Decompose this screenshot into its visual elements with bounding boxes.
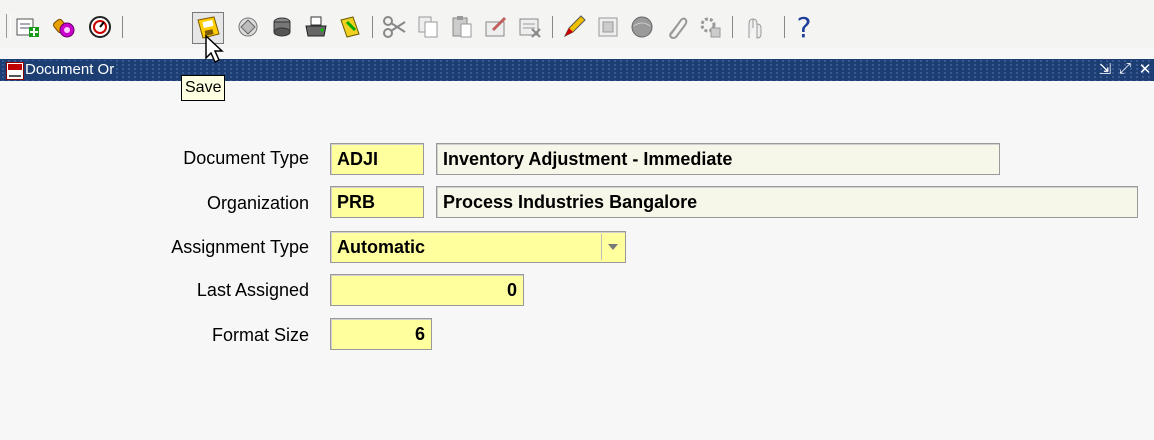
oracle-logo-icon [6,62,24,80]
chevron-down-icon[interactable] [601,234,624,260]
copy-icon[interactable] [414,13,442,41]
toolbar-separator [552,16,553,38]
organization-code-field[interactable]: PRB [330,186,424,218]
translations-icon[interactable] [628,13,656,41]
help-icon[interactable]: ? [790,10,818,44]
last-assigned-field[interactable]: 0 [330,274,524,306]
new-record-icon[interactable] [482,13,510,41]
assignment-type-label: Assignment Type [171,237,309,257]
window-title-bar: Document Or ⇲ ⤢ ✕ [0,59,1154,81]
close-icon[interactable]: ✕ [1136,60,1154,78]
organization-label: Organization [206,193,309,213]
assignment-type-select[interactable]: Automatic [330,231,626,263]
organization-description-field[interactable]: Process Industries Bangalore [436,186,1138,218]
document-type-code-field[interactable]: ADJI [330,143,424,175]
delete-record-icon[interactable] [516,13,544,41]
document-type-label: Document Type [183,148,309,168]
window-help-icon[interactable] [740,13,768,41]
print-icon[interactable] [302,13,330,41]
cut-icon[interactable] [380,13,408,41]
minimize-icon[interactable]: ⇲ [1096,60,1114,78]
maximize-icon[interactable]: ⤢ [1116,60,1134,77]
zoom-icon[interactable] [594,13,622,41]
window-title: Document Or [25,61,115,78]
save-tooltip: Save [181,75,226,101]
attachments-icon[interactable] [662,13,690,41]
close-form-icon[interactable] [336,13,364,41]
toolbar-separator [122,16,123,38]
folder-tools-icon[interactable] [696,13,724,41]
toolbar: ? [0,0,1154,48]
new-icon[interactable] [14,13,42,41]
edit-field-icon[interactable] [560,13,588,41]
next-step-icon[interactable] [234,13,262,41]
toolbar-separator [732,16,733,38]
format-size-label: Format Size [211,325,309,345]
help-label: ? [796,10,812,44]
format-size-field[interactable]: 6 [330,318,432,350]
toolbar-separator [784,16,785,38]
paste-icon[interactable] [448,13,476,41]
navigator-icon[interactable] [86,13,114,41]
assignment-type-value: Automatic [337,237,426,257]
last-assigned-label: Last Assigned [196,280,309,300]
toolbar-grip [6,14,11,38]
find-icon[interactable] [50,13,78,41]
switch-responsibility-icon[interactable] [268,13,296,41]
document-type-description-field[interactable]: Inventory Adjustment - Immediate [436,143,1000,175]
toolbar-separator [372,16,373,38]
mouse-pointer-icon [205,34,224,64]
